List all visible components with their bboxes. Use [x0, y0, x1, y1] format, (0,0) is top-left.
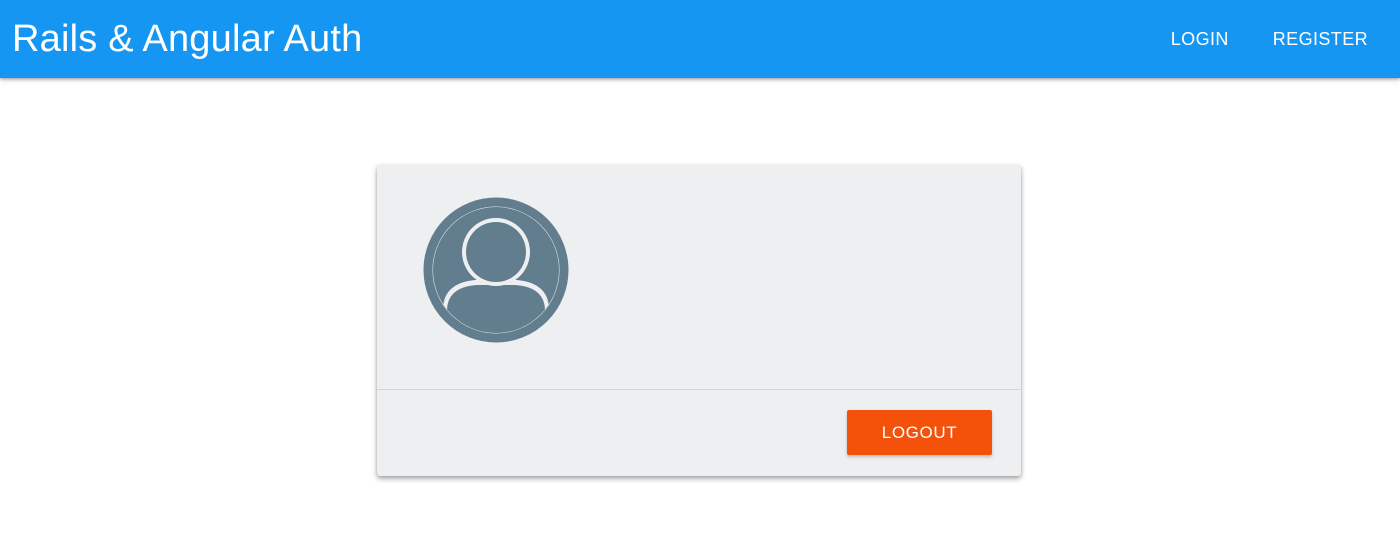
app-title: Rails & Angular Auth — [12, 17, 363, 60]
top-nav: LOGIN REGISTER — [1153, 0, 1386, 78]
account-circle-icon — [423, 197, 569, 343]
profile-card-actions: LOGOUT — [377, 390, 1021, 476]
logout-button[interactable]: LOGOUT — [847, 410, 992, 455]
top-toolbar: Rails & Angular Auth LOGIN REGISTER — [0, 0, 1400, 78]
profile-card: LOGOUT — [377, 165, 1021, 476]
profile-card-content — [377, 165, 1021, 389]
register-link[interactable]: REGISTER — [1255, 17, 1386, 61]
login-link[interactable]: LOGIN — [1153, 17, 1247, 61]
